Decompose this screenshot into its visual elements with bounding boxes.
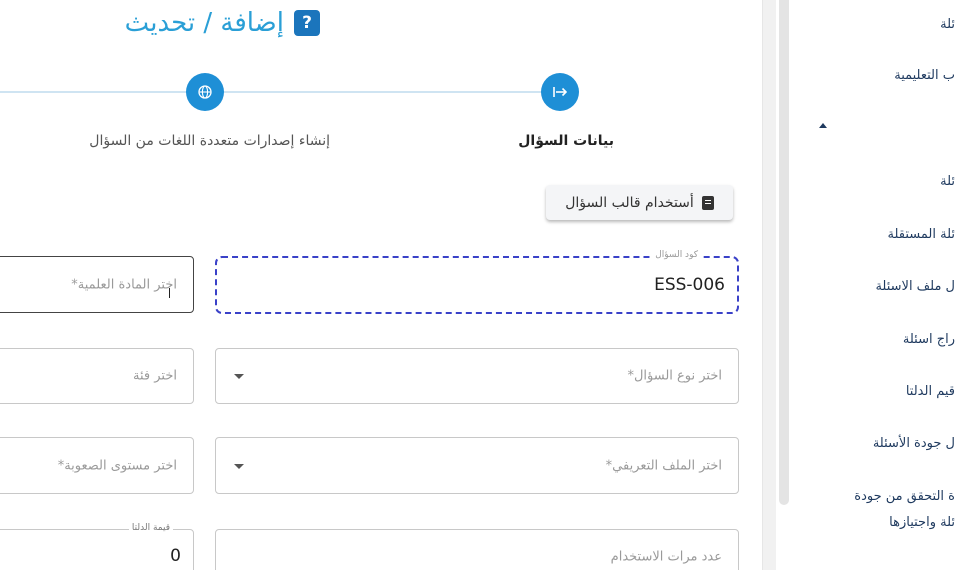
sidebar-item-8[interactable]: ل جودة الأسئلة — [873, 436, 955, 451]
category-placeholder: اختر فئة — [133, 368, 177, 384]
page-title: ? إضافة / تحديث — [125, 8, 320, 38]
step-1-label[interactable]: بيانات السؤال — [518, 133, 614, 149]
difficulty-select[interactable]: اختر مستوى الصعوبة* — [0, 437, 194, 494]
main-panel: ? إضافة / تحديث بيانات السؤال إنشاء إصدا… — [0, 0, 762, 570]
page-title-text: إضافة / تحديث — [124, 8, 284, 38]
usage-count-input[interactable]: عدد مرات الاستخدام — [215, 529, 739, 570]
step-2-label[interactable]: إنشاء إصدارات متعددة اللغات من السؤال — [89, 133, 330, 149]
category-select[interactable]: اختر فئة — [0, 348, 194, 404]
dropdown-arrow-icon — [234, 463, 244, 469]
step-1-arrow-in-icon[interactable] — [541, 73, 579, 111]
profile-placeholder: اختر الملف التعريفي* — [605, 458, 722, 473]
sidebar-item-1[interactable]: ئلة — [940, 17, 955, 32]
delta-value: 0 — [170, 546, 181, 566]
question-code-label: كود السؤال — [652, 250, 701, 260]
subject-select[interactable]: اختر المادة العلمية* — [0, 256, 194, 313]
question-code-field[interactable]: كود السؤال ESS-006 — [215, 250, 739, 314]
delta-value-input[interactable]: قيمة الدلتا 0 — [0, 523, 194, 570]
usage-count-placeholder: عدد مرات الاستخدام — [610, 549, 722, 565]
delta-label: قيمة الدلتا — [128, 523, 173, 533]
sidebar-item-4[interactable]: ئلة المستقلة — [888, 227, 955, 242]
dropdown-arrow-icon — [234, 374, 244, 379]
text-cursor — [169, 288, 170, 298]
document-icon — [701, 195, 714, 210]
stepper-line — [0, 91, 548, 93]
question-type-placeholder: اختر نوع السؤال* — [627, 368, 722, 384]
sidebar-item-5[interactable]: ل ملف الاسئلة — [875, 279, 955, 294]
arrow-in-icon — [553, 87, 567, 97]
question-icon: ? — [294, 10, 320, 36]
scrollbar-track[interactable] — [762, 0, 776, 570]
scrollbar-thumb[interactable] — [779, 0, 789, 505]
template-button-label: أستخدام قالب السؤال — [565, 194, 694, 211]
sidebar: ئلة ب التعليمية ئلة ئلة المستقلة ل ملف ا… — [790, 0, 955, 570]
sidebar-item-2[interactable]: ب التعليمية — [894, 68, 955, 83]
sidebar-item-7[interactable]: قيم الدلتا — [906, 384, 955, 399]
use-question-template-button[interactable]: أستخدام قالب السؤال — [546, 185, 733, 220]
sidebar-item-10[interactable]: ئلة واجتيازها — [889, 515, 955, 530]
sidebar-item-9[interactable]: ة التحقق من جودة — [854, 489, 955, 504]
step-2-globe-icon[interactable] — [186, 73, 224, 111]
profile-select[interactable]: اختر الملف التعريفي* — [215, 437, 739, 494]
collapse-arrow-icon[interactable] — [819, 123, 827, 128]
difficulty-placeholder: اختر مستوى الصعوبة* — [57, 458, 177, 473]
question-code-value: ESS-006 — [654, 275, 725, 295]
globe-icon — [198, 85, 212, 99]
sidebar-item-3[interactable]: ئلة — [940, 174, 955, 189]
subject-placeholder: اختر المادة العلمية* — [71, 277, 177, 292]
question-type-select[interactable]: اختر نوع السؤال* — [215, 348, 739, 404]
sidebar-item-6[interactable]: راج اسئلة — [903, 332, 955, 347]
